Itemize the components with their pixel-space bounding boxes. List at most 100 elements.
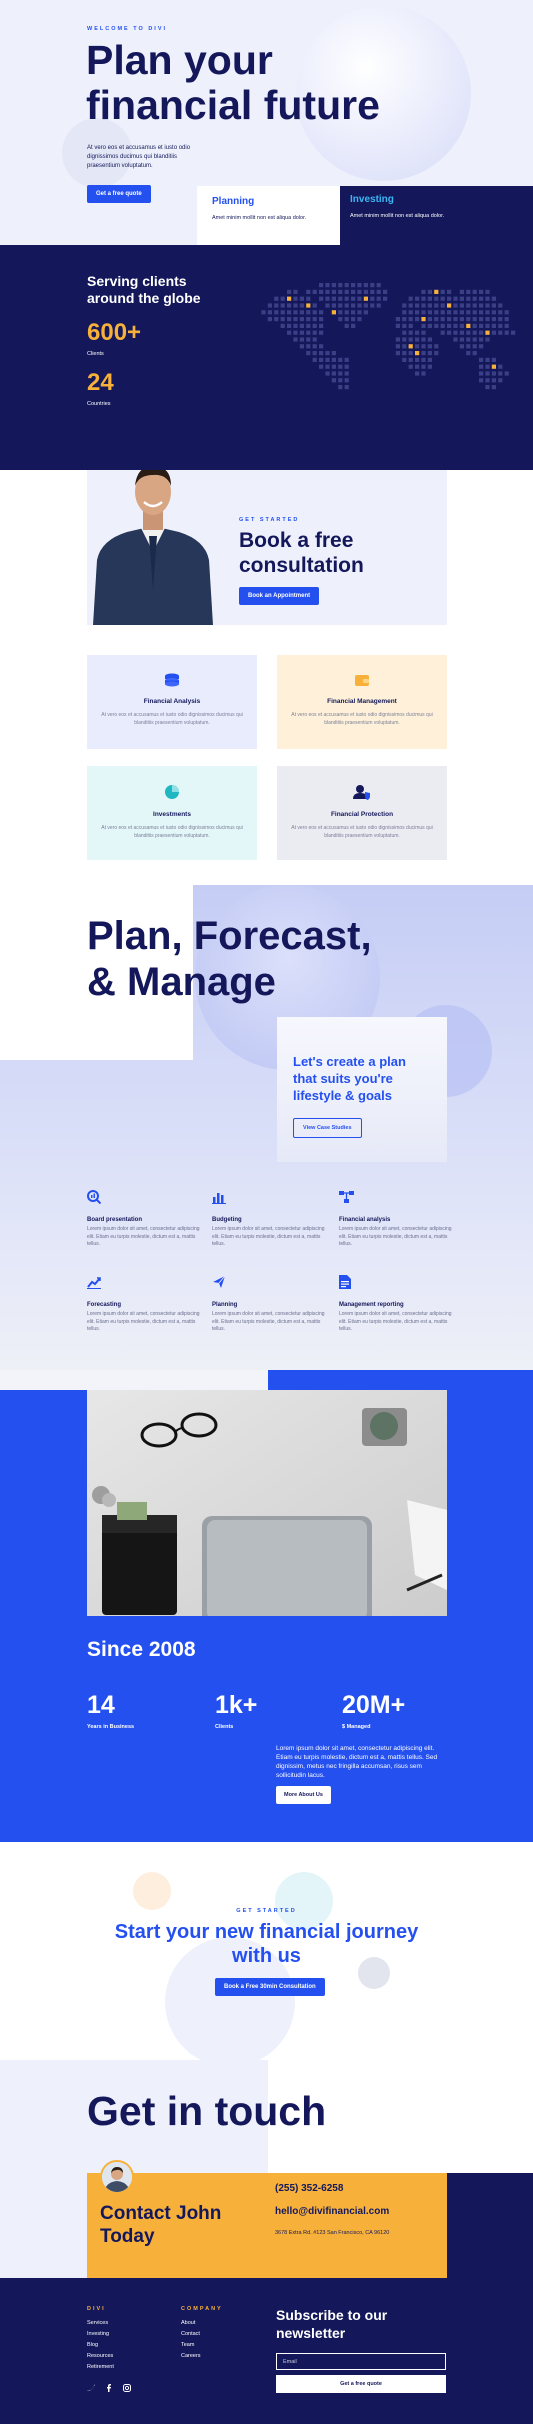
- map-dot: [319, 296, 324, 301]
- contact-name: Contact John Today: [100, 2202, 221, 2248]
- world-map-dots: [261, 283, 516, 390]
- about-stat-clients: 1k+ Clients: [215, 1691, 257, 1730]
- map-dot: [421, 317, 426, 322]
- map-dot: [402, 303, 407, 308]
- map-dot: [287, 303, 292, 308]
- map-dot: [479, 296, 484, 301]
- service-text: At vero eos et accusamus et iusto odio d…: [291, 712, 433, 726]
- map-dot: [427, 289, 432, 294]
- map-dot: [338, 303, 343, 308]
- map-dot: [274, 317, 279, 322]
- view-case-studies-button[interactable]: View Case Studies: [293, 1118, 362, 1138]
- map-dot: [319, 289, 324, 294]
- coins-stack-icon: [165, 673, 179, 687]
- service-card-financial-analysis[interactable]: Financial Analysis At vero eos et accusa…: [87, 655, 257, 749]
- map-dot: [504, 317, 509, 322]
- map-dot: [459, 296, 464, 301]
- footer-link-investing[interactable]: Investing: [87, 2331, 114, 2337]
- about-stat-label: Years in Business: [87, 1724, 135, 1730]
- instagram-icon[interactable]: [123, 2384, 131, 2392]
- map-dot: [485, 364, 490, 369]
- footer-link-blog[interactable]: Blog: [87, 2342, 114, 2348]
- map-dot: [331, 351, 336, 356]
- footer-link-services[interactable]: Services: [87, 2320, 114, 2326]
- map-dot: [280, 317, 285, 322]
- free-consultation-button[interactable]: Book a Free 30min Consultation: [215, 1978, 325, 1996]
- map-dot: [402, 337, 407, 342]
- service-card-financial-management[interactable]: Financial Management At vero eos et accu…: [277, 655, 447, 749]
- map-dot: [472, 323, 477, 328]
- map-dot: [306, 337, 311, 342]
- stat-value: 24: [87, 369, 114, 396]
- map-dot: [485, 330, 490, 335]
- footer-link-resources[interactable]: Resources: [87, 2353, 114, 2359]
- hero-cta-button[interactable]: Get a free quote: [87, 185, 151, 203]
- map-dot: [293, 303, 298, 308]
- map-dot: [453, 317, 458, 322]
- more-about-us-button[interactable]: More About Us: [276, 1786, 331, 1804]
- map-dot: [427, 296, 432, 301]
- map-dot: [287, 296, 292, 301]
- footer-link-retirement[interactable]: Retirement: [87, 2364, 114, 2370]
- map-dot: [447, 323, 452, 328]
- plan-title-line2: & Manage: [87, 960, 276, 1004]
- about-stat-label: $ Managed: [342, 1724, 371, 1730]
- feature-title: Budgeting: [212, 1217, 242, 1223]
- footer-link-contact[interactable]: Contact: [181, 2331, 223, 2337]
- footer-link-about[interactable]: About: [181, 2320, 223, 2326]
- map-dot: [299, 323, 304, 328]
- map-dot: [344, 296, 349, 301]
- book-appointment-button[interactable]: Book an Appointment: [239, 587, 320, 605]
- journey-section: GET STARTED Start your new financial jou…: [0, 1842, 533, 2060]
- map-dot: [440, 289, 445, 294]
- facebook-icon[interactable]: [105, 2384, 113, 2392]
- map-dot: [485, 317, 490, 322]
- map-dot: [293, 317, 298, 322]
- service-title: Investments: [153, 811, 191, 818]
- service-card-financial-protection[interactable]: Financial Protection At vero eos et accu…: [277, 766, 447, 860]
- map-dot: [280, 323, 285, 328]
- map-dot: [408, 296, 413, 301]
- map-dot: [299, 337, 304, 342]
- map-dot: [421, 289, 426, 294]
- hero-title-line1: Plan your: [86, 37, 273, 83]
- map-dot: [338, 378, 343, 383]
- map-dot: [447, 317, 452, 322]
- map-dot: [306, 323, 311, 328]
- map-dot: [293, 296, 298, 301]
- map-dot: [466, 344, 471, 349]
- footer-link-team[interactable]: Team: [181, 2342, 223, 2348]
- map-dot: [274, 310, 279, 315]
- map-dot: [466, 330, 471, 335]
- map-dot: [421, 344, 426, 349]
- map-dot: [274, 296, 279, 301]
- twitter-icon[interactable]: [87, 2384, 95, 2392]
- about-section: Since 2008 14 Years in Business 1k+ Clie…: [0, 1370, 533, 1842]
- hero-title: Plan your financial future: [86, 38, 380, 128]
- paper-plane-icon: [213, 1275, 226, 1288]
- map-dot: [325, 351, 330, 356]
- map-dot: [440, 310, 445, 315]
- pie-chart-icon: [165, 785, 179, 799]
- subscribe-button[interactable]: Get a free quote: [276, 2375, 446, 2393]
- map-dot: [344, 289, 349, 294]
- map-dot: [434, 317, 439, 322]
- map-dot: [287, 330, 292, 335]
- map-dot: [319, 323, 324, 328]
- map-dot: [395, 317, 400, 322]
- newsletter-email-input[interactable]: [276, 2353, 446, 2370]
- map-dot: [498, 364, 503, 369]
- footer-link-careers[interactable]: Careers: [181, 2353, 223, 2359]
- service-card-investments[interactable]: Investments At vero eos et accusamus et …: [87, 766, 257, 860]
- newsletter-heading-line1: Subscribe to our: [276, 2307, 388, 2323]
- feature-text: Lorem ipsum dolor sit amet, consectetur …: [87, 1226, 200, 1247]
- plan-card-title: Let's create a plan that suits you're li…: [293, 1054, 406, 1103]
- contact-name-line1: Contact John: [100, 2203, 222, 2224]
- map-dot: [325, 371, 330, 376]
- contact-phone[interactable]: (255) 352-6258: [275, 2183, 343, 2194]
- contact-email[interactable]: hello@divifinancial.com: [275, 2206, 389, 2217]
- map-dot: [325, 283, 330, 288]
- map-dot: [408, 364, 413, 369]
- map-dot: [466, 310, 471, 315]
- contact-section: Get in touch Contact John Today (255) 35…: [0, 2060, 533, 2278]
